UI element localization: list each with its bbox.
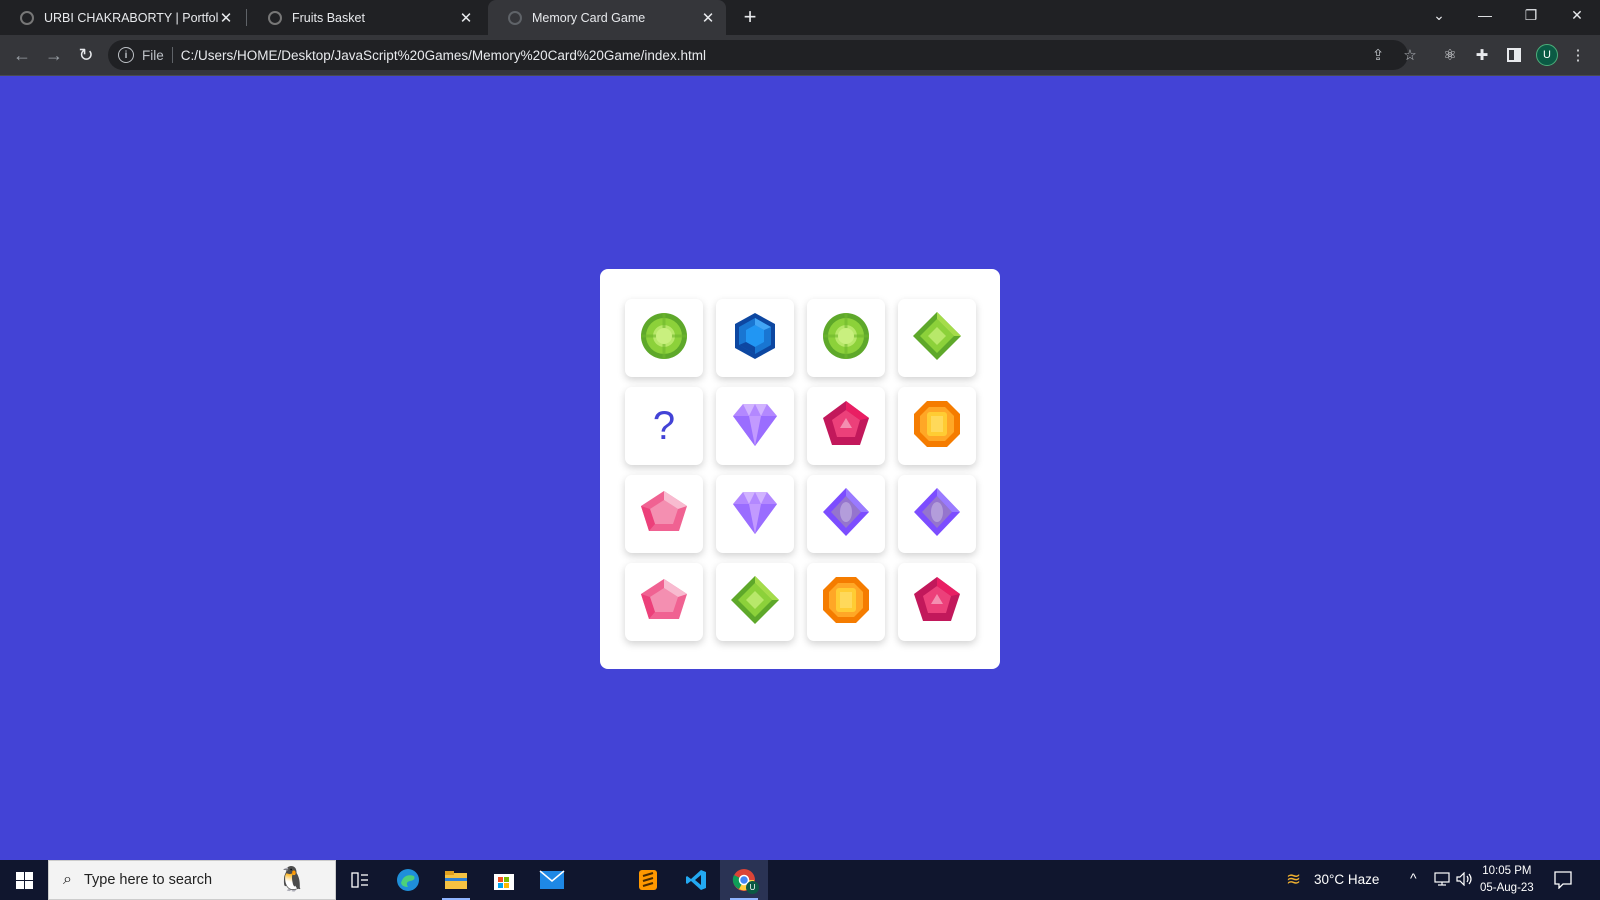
- memory-card-orange-octagon[interactable]: [807, 563, 885, 641]
- orange-octagon-gem-icon: [820, 574, 872, 631]
- memory-card-orange-octagon[interactable]: [898, 387, 976, 465]
- pink-pentagon-gem-icon: [638, 574, 690, 631]
- tab-title: Memory Card Game: [532, 10, 646, 25]
- minimize-button[interactable]: —: [1462, 0, 1508, 30]
- memory-card-pink-pentagon[interactable]: [625, 563, 703, 641]
- globe-icon: [268, 10, 282, 25]
- blue-hexagon-gem-icon: [729, 310, 781, 367]
- memory-card-purple-diamond[interactable]: [716, 475, 794, 553]
- memory-card-blue-hexagon[interactable]: [716, 299, 794, 377]
- system-clock[interactable]: 10:05 PM 05-Aug-23: [1480, 863, 1534, 897]
- side-panel-icon[interactable]: [1502, 43, 1526, 67]
- notification-center-icon[interactable]: [1554, 871, 1572, 894]
- close-tab-icon[interactable]: ✕: [700, 10, 716, 27]
- search-icon: ⌕: [63, 871, 72, 888]
- memory-card-green-round[interactable]: [807, 299, 885, 377]
- purple-diamond-gem-icon: [729, 398, 781, 455]
- tab-title: Fruits Basket: [292, 10, 365, 25]
- address-bar[interactable]: i File C:/Users/HOME/Desktop/JavaScript%…: [108, 40, 1408, 70]
- restore-button[interactable]: ❐: [1508, 0, 1554, 30]
- close-tab-icon[interactable]: ✕: [218, 10, 234, 27]
- tab-title: URBI CHAKRABORTY | Portfolio: [44, 10, 218, 25]
- mail-icon[interactable]: [528, 860, 576, 900]
- memory-card-board: ?: [600, 269, 1000, 669]
- back-button[interactable]: ←: [8, 41, 36, 69]
- memory-card-pink-pentagon[interactable]: [625, 475, 703, 553]
- tab-separator: [246, 9, 247, 26]
- violet-rhombus-gem-icon: [911, 486, 963, 543]
- browser-toolbar: ← → ↻ i File C:/Users/HOME/Desktop/JavaS…: [0, 35, 1600, 76]
- url-text[interactable]: C:/Users/HOME/Desktop/JavaScript%20Games…: [181, 48, 706, 63]
- memory-card-violet-rhombus[interactable]: [898, 475, 976, 553]
- show-hidden-icons-chevron-icon[interactable]: ^: [1410, 870, 1417, 886]
- weather-text[interactable]: 30°C Haze: [1314, 872, 1379, 887]
- pink-pentagon-gem-icon: [638, 486, 690, 543]
- memory-card-purple-diamond[interactable]: [716, 387, 794, 465]
- orange-octagon-gem-icon: [911, 398, 963, 455]
- taskbar-search-box[interactable]: ⌕ Type here to search 🐧: [48, 860, 336, 900]
- puffin-search-highlight-icon: 🐧: [277, 866, 307, 893]
- microsoft-store-icon[interactable]: [480, 860, 528, 900]
- green-diamond-gem-icon: [729, 574, 781, 631]
- memory-card-red-pentagon[interactable]: [807, 387, 885, 465]
- chrome-icon[interactable]: U: [720, 860, 768, 900]
- search-placeholder: Type here to search: [83, 872, 213, 888]
- memory-card-violet-rhombus[interactable]: [807, 475, 885, 553]
- edge-browser-icon[interactable]: [384, 860, 432, 900]
- windows-logo-icon: [15, 871, 33, 889]
- windows-taskbar: ⌕ Type here to search 🐧 U ≋ 30°C Haze ^ …: [0, 860, 1600, 900]
- tab-memory-card-game[interactable]: Memory Card Game ✕: [488, 0, 726, 35]
- memory-card-green-round[interactable]: [625, 299, 703, 377]
- new-tab-button[interactable]: +: [737, 4, 763, 30]
- network-icon[interactable]: [1434, 872, 1450, 891]
- green-round-gem-icon: [638, 310, 690, 367]
- memory-card-red-pentagon[interactable]: [898, 563, 976, 641]
- memory-card-hidden[interactable]: ?: [625, 387, 703, 465]
- divider: [171, 47, 173, 63]
- forward-button[interactable]: →: [40, 41, 68, 69]
- memory-card-green-diamond[interactable]: [898, 299, 976, 377]
- chrome-profile-badge: U: [746, 881, 759, 894]
- sublime-text-icon[interactable]: [624, 860, 672, 900]
- file-explorer-icon[interactable]: [432, 860, 480, 900]
- profile-avatar[interactable]: U: [1536, 44, 1558, 66]
- haze-weather-icon: ≋: [1286, 869, 1302, 889]
- extensions-puzzle-icon[interactable]: ✚: [1470, 43, 1494, 67]
- globe-icon: [508, 10, 522, 25]
- violet-rhombus-gem-icon: [820, 486, 872, 543]
- close-window-button[interactable]: ✕: [1554, 0, 1600, 30]
- memory-card-green-diamond[interactable]: [716, 563, 794, 641]
- tab-fruits-basket[interactable]: Fruits Basket ✕: [248, 0, 484, 35]
- red-pentagon-gem-icon: [911, 574, 963, 631]
- clock-time: 10:05 PM: [1482, 865, 1532, 877]
- share-icon[interactable]: ⇪: [1366, 43, 1390, 67]
- task-view-icon[interactable]: [336, 860, 384, 900]
- close-tab-icon[interactable]: ✕: [458, 10, 474, 27]
- windows-start-button[interactable]: [0, 860, 48, 900]
- globe-icon: [20, 10, 34, 25]
- menu-kebab-icon[interactable]: ⋮: [1566, 43, 1590, 67]
- react-devtools-icon[interactable]: ⚛: [1438, 43, 1462, 67]
- reload-button[interactable]: ↻: [72, 41, 100, 69]
- red-pentagon-gem-icon: [820, 398, 872, 455]
- vscode-icon[interactable]: [672, 860, 720, 900]
- question-mark: ?: [652, 403, 676, 448]
- bookmark-star-icon[interactable]: ☆: [1398, 43, 1422, 67]
- tab-portfolio[interactable]: URBI CHAKRABORTY | Portfolio ✕: [0, 0, 244, 35]
- info-icon[interactable]: i: [118, 47, 134, 63]
- green-diamond-gem-icon: [911, 310, 963, 367]
- green-round-gem-icon: [820, 310, 872, 367]
- scheme-label: File: [142, 47, 164, 63]
- browser-tab-strip: URBI CHAKRABORTY | Portfolio ✕ Fruits Ba…: [0, 0, 1600, 35]
- volume-icon[interactable]: [1456, 871, 1474, 891]
- clock-date: 05-Aug-23: [1480, 882, 1534, 894]
- purple-diamond-gem-icon: [729, 486, 781, 543]
- tab-search-chevron-icon[interactable]: ⌄: [1416, 0, 1462, 30]
